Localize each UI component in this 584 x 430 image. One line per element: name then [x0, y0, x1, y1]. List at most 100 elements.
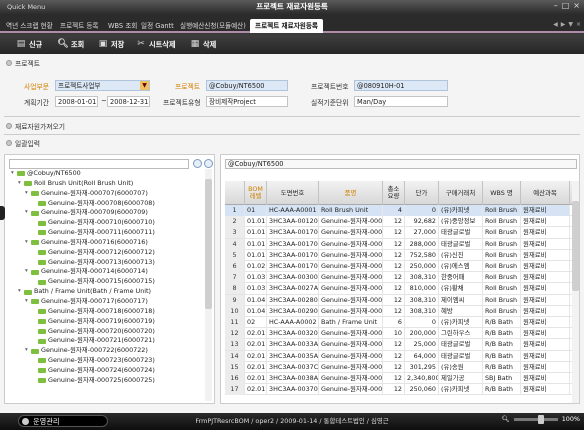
table-cell[interactable]: 3HC3AA-0035A	[267, 350, 319, 362]
table-cell[interactable]: 27,000	[405, 227, 439, 239]
table-cell[interactable]: 4	[383, 205, 405, 216]
table-cell[interactable]: (유)카피넷	[439, 205, 483, 216]
table-cell[interactable]: 02.01	[245, 373, 267, 384]
table-cell[interactable]: Genuine-원자재-000	[319, 384, 383, 396]
table-cell[interactable]: (유)카피넷	[439, 384, 483, 396]
number-field[interactable]: @080910H-01	[354, 80, 448, 91]
prev-tab-icon[interactable]: ◀	[553, 21, 558, 28]
maximize-icon[interactable]: □	[562, 1, 570, 10]
table-row[interactable]: 10 01.04 3HC3AA-00290 Genuine-원자재-000 12 308,…	[225, 305, 577, 317]
tree-node[interactable]: ▾ @Cobuy/NT6500	[11, 169, 205, 179]
table-cell[interactable]: 01.04	[245, 294, 267, 306]
table-cell[interactable]: (유)송원	[439, 361, 483, 373]
table-cell[interactable]: 01.04	[245, 305, 267, 317]
table-cell[interactable]: 원재료비	[521, 205, 570, 216]
table-row[interactable]: 16 02.01 3HC3AA-0038A Genuine-원자재-000 12 2,34…	[225, 373, 577, 385]
table-cell[interactable]: 3HC3AA-00370	[267, 384, 319, 396]
tree-node[interactable]: Genuine-원자재-000719(6000719)	[11, 317, 205, 327]
table-cell[interactable]: Roll Brush Unit	[319, 205, 383, 216]
business-select[interactable]: 프로젝트사업부 ▼	[55, 80, 150, 91]
project-section-header[interactable]: 프로젝트	[6, 58, 40, 68]
table-cell[interactable]: R/B Bath	[483, 317, 521, 328]
period-start-field[interactable]: 2008-01-01	[55, 96, 98, 107]
table-cell[interactable]: Genuine-원자재-000	[319, 305, 383, 317]
table-cell[interactable]: Genuine-원자재-000	[319, 227, 383, 239]
grid-header-cell[interactable]: 도면번호	[267, 181, 319, 205]
table-cell[interactable]: HC-AAA-A0002	[267, 317, 319, 328]
table-cell[interactable]: (유)신진	[439, 249, 483, 261]
grid-header-cell[interactable]: 총소 요량	[383, 181, 405, 205]
tree-node[interactable]: Genuine-원자재-000710(6000710)	[11, 218, 205, 228]
table-row[interactable]: 12 02.01 3HC3AA-00320 Genuine-원자재-000 10 200,…	[225, 328, 577, 340]
table-cell[interactable]: 원재료비	[521, 373, 570, 384]
table-cell[interactable]: 250,060	[405, 384, 439, 396]
table-cell[interactable]: Roll Brush	[483, 261, 521, 272]
tree-node[interactable]: ▾ Genuine-원자재-000709(6000709)	[11, 208, 205, 218]
table-cell[interactable]: 308,310	[405, 294, 439, 306]
table-cell[interactable]: R/B Bath	[483, 328, 521, 340]
tree-node[interactable]: ▾ Genuine-원자재-000722(6000722)	[11, 346, 205, 356]
table-cell[interactable]: 3HC3AA-0033A	[267, 339, 319, 351]
tree-scrollbar[interactable]	[205, 169, 212, 401]
table-cell[interactable]: 12	[383, 361, 405, 373]
table-cell[interactable]: 02.01	[245, 350, 267, 362]
save-button[interactable]: ▣ 저장	[98, 38, 125, 51]
table-cell[interactable]: 3HC3AA-00170	[267, 261, 319, 272]
table-cell[interactable]: 6	[383, 317, 405, 328]
zoom-icon[interactable]: 🔍︎	[502, 415, 510, 423]
table-cell[interactable]: (유)황채	[439, 283, 483, 295]
bulk-section-header[interactable]: 일괄입력	[6, 138, 40, 148]
table-cell[interactable]: 810,000	[405, 283, 439, 295]
tab-material-resource[interactable]: 프로젝트 재료자원등록	[250, 19, 323, 33]
table-cell[interactable]: SBJ Bath	[483, 373, 521, 384]
table-row[interactable]: 17 02.01 3HC3AA-00370 Genuine-원자재-000 12 250,…	[225, 384, 577, 396]
tree-node[interactable]: Genuine-원자재-000712(6000712)	[11, 248, 205, 258]
table-cell[interactable]: 태광글로벌	[439, 227, 483, 239]
side-panel-toggle[interactable]	[0, 206, 5, 220]
table-cell[interactable]: Genuine-원자재-000	[319, 238, 383, 250]
grid-header-cell[interactable]: 품명	[319, 181, 383, 205]
grid-header-cell[interactable]: 단가	[405, 181, 439, 205]
table-cell[interactable]: 원재료비	[521, 227, 570, 239]
table-cell[interactable]: 308,310	[405, 305, 439, 317]
table-cell[interactable]: 12	[383, 373, 405, 384]
table-cell[interactable]: 원재료비	[521, 317, 570, 328]
table-cell[interactable]: HC-AAA-A0001	[267, 205, 319, 216]
table-cell[interactable]: 태광글로벌	[439, 350, 483, 362]
table-row[interactable]: 7 01.03 3HC3AA-00300 Genuine-원자재-000 12 308,3…	[225, 272, 577, 284]
table-cell[interactable]: 01.01	[245, 249, 267, 261]
table-cell[interactable]: Genuine-원자재-000	[319, 249, 383, 261]
table-cell[interactable]: 12	[383, 227, 405, 239]
tree-node[interactable]: Genuine-원자재-000725(6000725)	[11, 376, 205, 386]
table-cell[interactable]: Genuine-원자재-000	[319, 328, 383, 340]
table-cell[interactable]: Roll Brush	[483, 272, 521, 284]
tree-node[interactable]: ▾ Genuine-원자재-000714(6000714)	[11, 267, 205, 277]
table-cell[interactable]: 3HC3AA-00280	[267, 294, 319, 306]
project-field[interactable]: @Cobuy/NT6500	[206, 80, 288, 91]
tree-node[interactable]: Genuine-원자재-000708(6000708)	[11, 199, 205, 209]
table-cell[interactable]: 288,000	[405, 238, 439, 250]
table-cell[interactable]: (유)중앙정보	[439, 216, 483, 228]
table-cell[interactable]: (유)카피넷	[439, 317, 483, 328]
table-cell[interactable]: 원재료비	[521, 216, 570, 228]
table-cell[interactable]: 원재료비	[521, 384, 570, 396]
table-cell[interactable]: 250,000	[405, 261, 439, 272]
table-cell[interactable]: Roll Brush	[483, 283, 521, 295]
grid-header-cell[interactable]	[225, 181, 245, 205]
table-cell[interactable]: 01.01	[245, 238, 267, 250]
table-cell[interactable]: 원재료비	[521, 350, 570, 362]
grid-header-cell[interactable]: 예산과목	[521, 181, 570, 205]
tree-node[interactable]: Genuine-원자재-000715(6000715)	[11, 277, 205, 287]
table-cell[interactable]: 10	[383, 328, 405, 340]
scroll-thumb[interactable]	[205, 179, 212, 309]
import-section-header[interactable]: 재료자원가져오기	[6, 121, 65, 131]
table-cell[interactable]: 3HC3AA-00170	[267, 227, 319, 239]
table-cell[interactable]: 12	[383, 339, 405, 351]
table-cell[interactable]: 12	[383, 261, 405, 272]
table-cell[interactable]: 3HC3AA-00290	[267, 305, 319, 317]
table-cell[interactable]: 3HC3AA-00170	[267, 249, 319, 261]
table-cell[interactable]: 12	[383, 272, 405, 284]
search-button[interactable]: 🔍︎ 조회	[57, 38, 84, 51]
table-cell[interactable]: Genuine-원자재-000	[319, 272, 383, 284]
table-cell[interactable]: 12	[383, 283, 405, 295]
